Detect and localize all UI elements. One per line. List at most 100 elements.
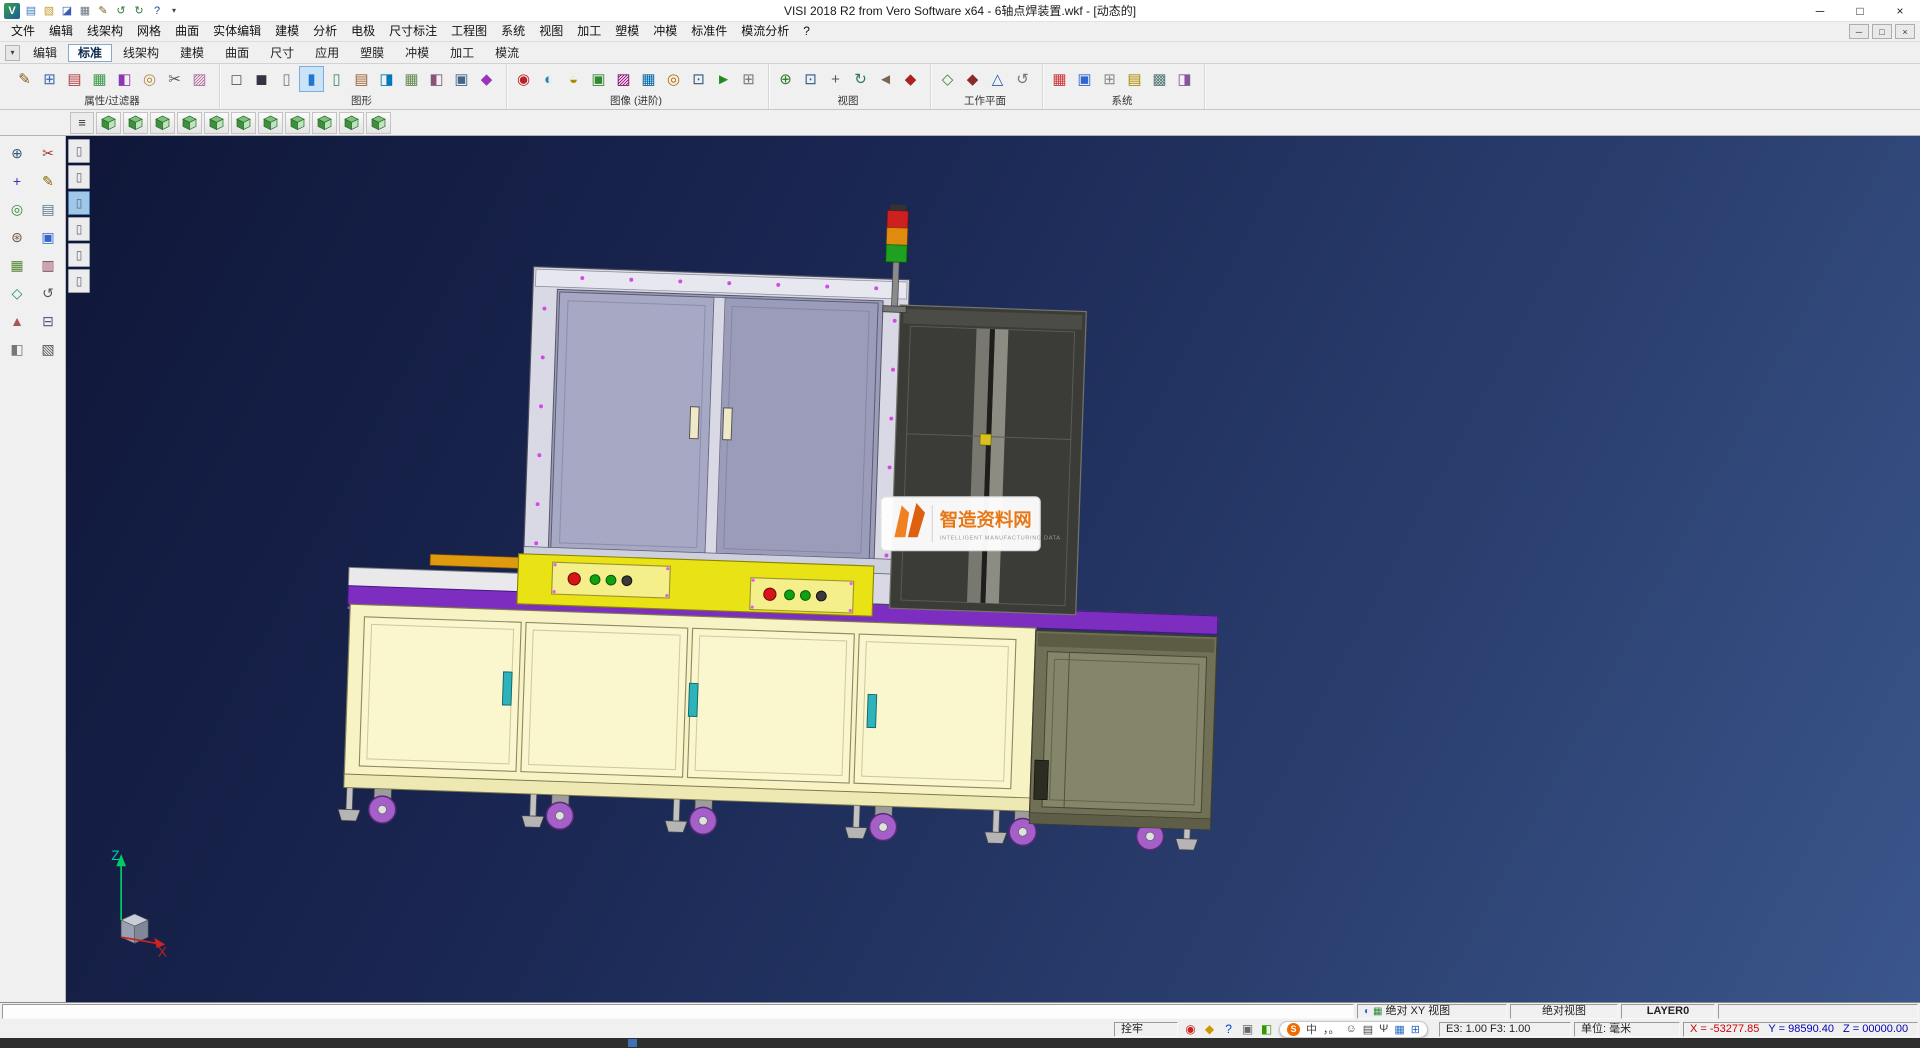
tab-flow[interactable]: 模流 <box>485 44 529 62</box>
tab-application[interactable]: 应用 <box>305 44 349 62</box>
ime-toolbox-icon[interactable]: ▦ <box>1394 1023 1404 1036</box>
environment-icon[interactable]: ◎ <box>661 66 686 92</box>
ime-skin-icon[interactable]: ⊞ <box>1411 1023 1420 1036</box>
menu-item[interactable]: 实体编辑 <box>206 22 268 41</box>
print-icon[interactable]: ▦ <box>76 2 94 20</box>
view-indicator-pane[interactable]: ◐▦ 绝对 XY 视图 <box>1357 1004 1507 1019</box>
menu-item[interactable]: 曲面 <box>168 22 206 41</box>
properties-icon[interactable]: ✎ <box>12 66 37 92</box>
filter-layer-icon[interactable]: ▦ <box>87 66 112 92</box>
view-iso-back-icon[interactable] <box>285 112 310 134</box>
assist-toggle-icon[interactable]: ? <box>1219 1021 1238 1037</box>
image-settings-icon[interactable]: ⊞ <box>736 66 761 92</box>
erase-icon[interactable]: ▨ <box>187 66 212 92</box>
menu-item[interactable]: 标准件 <box>684 22 734 41</box>
view-menu-icon[interactable]: ≡ <box>70 112 94 134</box>
shaded-icon[interactable]: ◼ <box>249 66 274 92</box>
tab-dropdown-icon[interactable]: ▾ <box>5 45 20 61</box>
workplane-reset-icon[interactable]: ↺ <box>1010 66 1035 92</box>
document-close-button[interactable]: × <box>1895 24 1915 39</box>
half-tool-icon[interactable]: ◧ <box>4 337 30 361</box>
maximize-button[interactable]: □ <box>1840 0 1880 21</box>
snapshot-icon[interactable]: ⊡ <box>686 66 711 92</box>
diamond-tool-icon[interactable]: ◇ <box>4 281 30 305</box>
filter-type-icon[interactable]: ◧ <box>112 66 137 92</box>
rotate-view-icon[interactable]: ↻ <box>848 66 873 92</box>
snap-toggle-icon[interactable]: ◉ <box>1181 1021 1200 1037</box>
material-icon[interactable]: ◆ <box>474 66 499 92</box>
shaded-cylinder-icon[interactable]: ▮ <box>299 66 324 92</box>
quick-access-more-icon[interactable]: ▾ <box>168 2 180 20</box>
view-front-icon[interactable] <box>123 112 148 134</box>
point-icon[interactable]: + <box>4 169 30 193</box>
tab-edit[interactable]: 编辑 <box>23 44 67 62</box>
active-layer-pane[interactable]: LAYER0 <box>1621 1004 1715 1019</box>
display-settings-icon[interactable]: ▣ <box>1072 66 1097 92</box>
shadow-icon[interactable]: ◐ <box>536 66 561 92</box>
workplane-view-icon[interactable]: ◆ <box>960 66 985 92</box>
menu-item[interactable]: 编辑 <box>42 22 80 41</box>
tab-machining[interactable]: 加工 <box>440 44 484 62</box>
display-list-3-icon[interactable]: ▯ <box>68 191 90 215</box>
transparent-icon[interactable]: ▯ <box>324 66 349 92</box>
background-icon[interactable]: ▦ <box>636 66 661 92</box>
view-trimetric-icon[interactable] <box>339 112 364 134</box>
edge-shade-icon[interactable]: ◧ <box>424 66 449 92</box>
menu-item[interactable]: 分析 <box>306 22 344 41</box>
taskbar-app-chip[interactable] <box>628 1039 637 1047</box>
view-custom-icon[interactable] <box>366 112 391 134</box>
tab-dimension[interactable]: 尺寸 <box>260 44 304 62</box>
viewport-scene[interactable]: 智造资料网 INTELLIGENT MANUFACTURING DATA Z X <box>66 136 1920 1002</box>
triangle-tool-icon[interactable]: ▲ <box>4 309 30 333</box>
view-back-icon[interactable] <box>204 112 229 134</box>
gear-icon[interactable]: ⊛ <box>4 225 30 249</box>
save-icon[interactable]: ◪ <box>58 2 76 20</box>
workplane-toggle-icon[interactable]: ◧ <box>1257 1021 1276 1037</box>
view-left-icon[interactable] <box>177 112 202 134</box>
section-icon[interactable]: ▤ <box>349 66 374 92</box>
plot-settings-icon[interactable]: ◨ <box>1172 66 1197 92</box>
view-right-icon[interactable] <box>150 112 175 134</box>
ime-punctuation-toggle[interactable]: ，。 <box>1323 1021 1340 1037</box>
cut-icon[interactable]: ✂ <box>35 141 61 165</box>
minimize-button[interactable]: ─ <box>1800 0 1840 21</box>
command-input-field[interactable] <box>2 1004 1354 1019</box>
collapse-icon[interactable]: ⊟ <box>35 309 61 333</box>
workplane-3points-icon[interactable]: △ <box>985 66 1010 92</box>
ime-keyboard-icon[interactable]: ▤ <box>1363 1023 1373 1036</box>
display-list-6-icon[interactable]: ▯ <box>68 269 90 293</box>
tab-die[interactable]: 冲模 <box>395 44 439 62</box>
ime-mic-icon[interactable]: Ψ <box>1379 1023 1388 1035</box>
quick-trim-icon[interactable]: ✂ <box>162 66 187 92</box>
menu-item[interactable]: 电极 <box>344 22 382 41</box>
menu-item[interactable]: 工程图 <box>444 22 494 41</box>
menu-item[interactable]: ? <box>796 22 817 41</box>
menu-item[interactable]: 加工 <box>570 22 608 41</box>
menu-item[interactable]: 尺寸标注 <box>382 22 444 41</box>
copy-attributes-icon[interactable]: ⊞ <box>37 66 62 92</box>
undo-icon[interactable]: ↺ <box>112 2 130 20</box>
view-bottom-icon[interactable] <box>231 112 256 134</box>
monitor-toggle-icon[interactable]: ▣ <box>1238 1021 1257 1037</box>
menu-item[interactable]: 文件 <box>4 22 42 41</box>
hatch-icon[interactable]: ▦ <box>4 253 30 277</box>
pan-icon[interactable]: + <box>823 66 848 92</box>
os-taskbar[interactable] <box>0 1038 1920 1048</box>
menu-item[interactable]: 冲模 <box>646 22 684 41</box>
table-icon[interactable]: ▥ <box>35 253 61 277</box>
circle-icon[interactable]: ◎ <box>4 197 30 221</box>
camera-icon[interactable]: ▣ <box>586 66 611 92</box>
ime-language-toggle[interactable]: 中 <box>1306 1021 1317 1037</box>
display-list-2-icon[interactable]: ▯ <box>68 165 90 189</box>
display-list-5-icon[interactable]: ▯ <box>68 243 90 267</box>
ambient-icon[interactable]: ◒ <box>561 66 586 92</box>
document-restore-button[interactable]: □ <box>1872 24 1892 39</box>
hidden-line-icon[interactable]: ▯ <box>274 66 299 92</box>
database-icon[interactable]: ▤ <box>1122 66 1147 92</box>
half-shade-icon[interactable]: ◨ <box>374 66 399 92</box>
menu-item[interactable]: 视图 <box>532 22 570 41</box>
panel-icon[interactable]: ▣ <box>35 225 61 249</box>
tab-plastic-mould[interactable]: 塑膜 <box>350 44 394 62</box>
ime-emoji-icon[interactable]: ☺ <box>1346 1023 1357 1035</box>
filter-color-icon[interactable]: ▤ <box>62 66 87 92</box>
